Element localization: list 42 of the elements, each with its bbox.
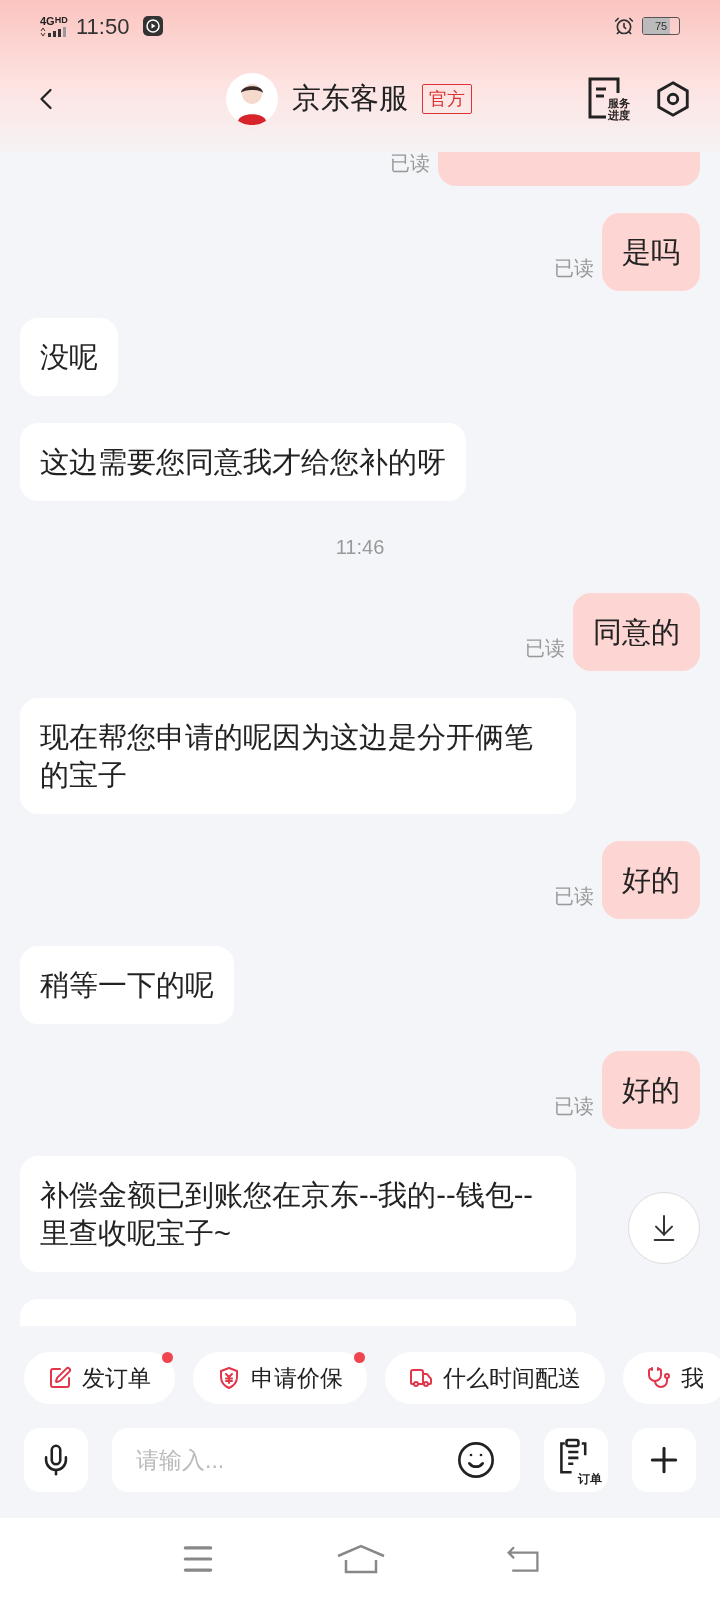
read-status: 已读 [525, 636, 565, 661]
order-button[interactable]: 订单 [544, 1428, 608, 1492]
input-field[interactable]: 请输入... [112, 1428, 520, 1492]
read-status: 已读 [554, 1094, 594, 1119]
play-icon [143, 16, 164, 36]
received-message-bubble: 现在帮您申请的呢因为这边是分开俩笔的宝子 [20, 698, 576, 814]
sent-message-bubble: 是吗 [602, 213, 700, 291]
add-button[interactable] [632, 1428, 696, 1492]
quick-action-chip[interactable]: 我 [623, 1352, 720, 1404]
note-edit-icon [48, 1366, 72, 1390]
chat-title: 京东客服 [292, 81, 408, 117]
sent-message-bubble: 好的 [602, 1051, 700, 1129]
quick-action-chip[interactable]: 申请价保 [193, 1352, 367, 1404]
sent-message-bubble: 好的 [602, 841, 700, 919]
read-status: 已读 [390, 152, 430, 176]
quick-action-chip[interactable]: 发订单 [24, 1352, 175, 1404]
read-status: 已读 [554, 256, 594, 281]
stethoscope-icon [647, 1366, 671, 1390]
battery-level-text: 75 [653, 18, 669, 34]
emoji-icon[interactable] [456, 1440, 496, 1480]
clock-time: 11:50 [76, 12, 130, 41]
received-message-bubble: 这边需要您同意我才给您补的呀 [20, 423, 466, 501]
truck-icon [409, 1366, 433, 1390]
back-icon[interactable] [504, 1545, 541, 1573]
timestamp: 11:46 [335, 535, 385, 560]
received-message-bubble: 没呢 [20, 318, 118, 396]
voice-button[interactable] [24, 1428, 88, 1492]
home-icon[interactable] [336, 1544, 386, 1574]
shield-yen-icon [217, 1366, 241, 1390]
read-status: 已读 [554, 884, 594, 909]
alarm-icon [614, 16, 634, 36]
official-badge: 官方 [422, 84, 472, 114]
service-progress-button[interactable]: 服务 进度 [584, 75, 630, 123]
received-message-bubble: 稍等一下的呢 [20, 946, 234, 1024]
quick-action-chip[interactable]: 什么时间配送 [385, 1352, 605, 1404]
message-input[interactable]: 请输入... [136, 1442, 456, 1478]
sent-message-bubble: 同意的 [573, 593, 700, 671]
settings-icon[interactable] [654, 80, 692, 118]
hd-label: HD [54, 15, 68, 27]
received-message-bubble: 补偿金额已到账您在京东--我的--钱包--里查收呢宝子~ [20, 1156, 576, 1272]
network-label: 4G [40, 15, 55, 27]
avatar [226, 73, 278, 125]
